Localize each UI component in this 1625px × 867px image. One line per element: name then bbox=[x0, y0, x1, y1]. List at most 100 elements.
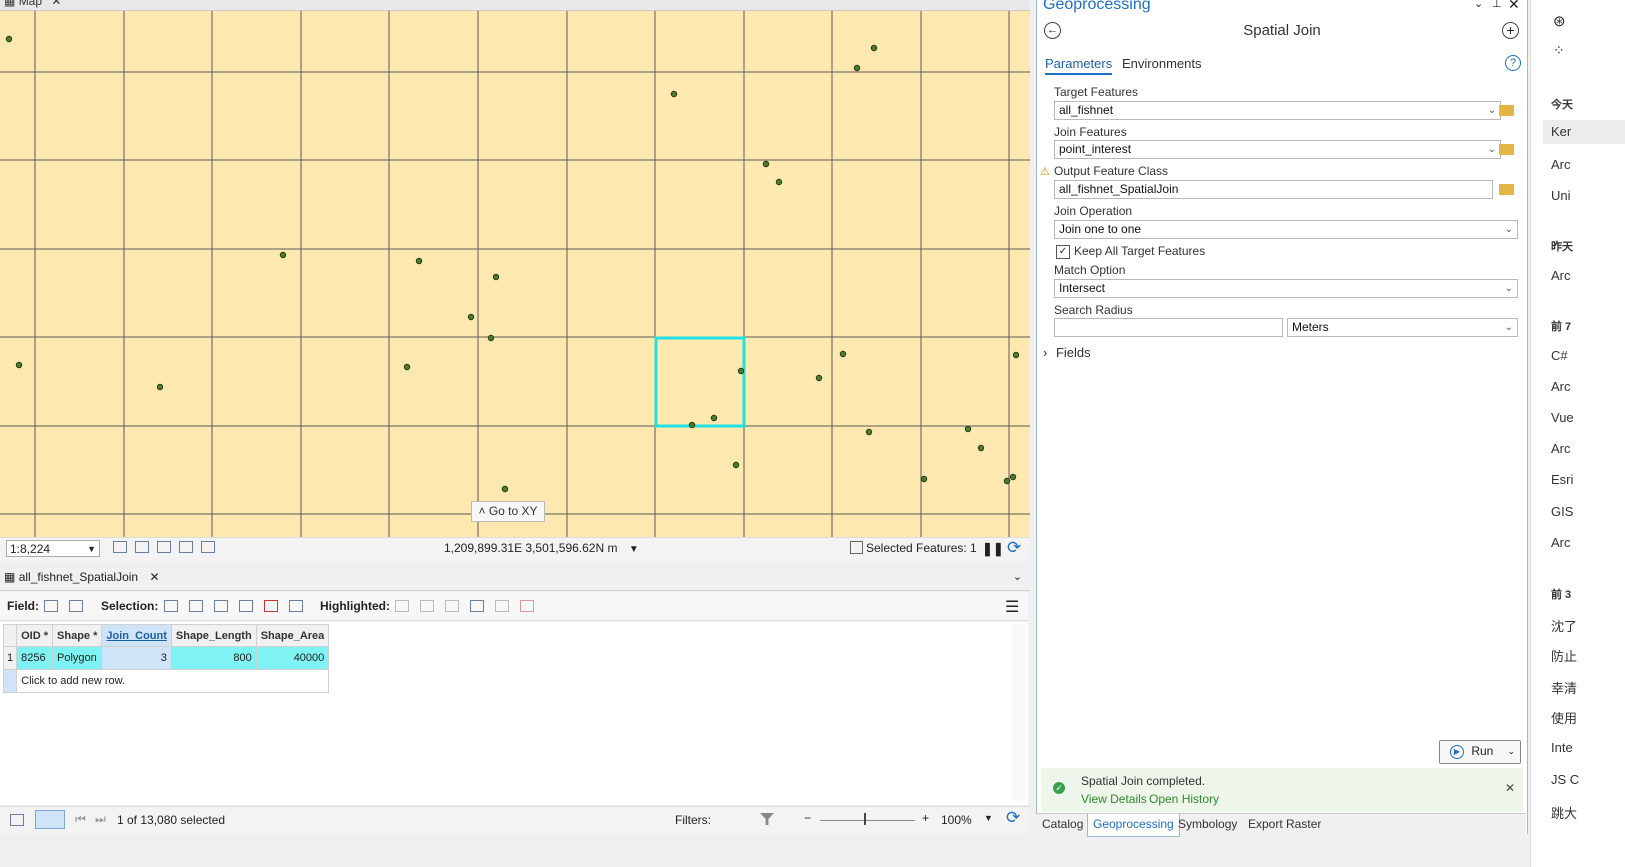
folder-icon[interactable] bbox=[1499, 105, 1514, 116]
folder-icon[interactable] bbox=[1499, 184, 1514, 195]
chatgpt-icon[interactable]: ⊛ bbox=[1553, 12, 1566, 30]
history-item[interactable]: Arc bbox=[1551, 379, 1625, 394]
join-operation-select[interactable]: Join one to one ⌄ bbox=[1054, 220, 1518, 239]
history-item[interactable]: Uni bbox=[1551, 188, 1625, 203]
column-header-oid[interactable]: OID * bbox=[16, 624, 54, 647]
output-feature-class-input[interactable]: all_fishnet_SpatialJoin bbox=[1054, 180, 1493, 199]
point-feature[interactable] bbox=[870, 44, 878, 52]
cell-oid[interactable]: 8256 bbox=[16, 646, 54, 670]
point-feature[interactable] bbox=[5, 35, 13, 43]
point-feature[interactable] bbox=[403, 363, 411, 371]
history-item[interactable]: Arc bbox=[1551, 157, 1625, 172]
history-item[interactable]: Esri bbox=[1551, 472, 1625, 487]
cell-shape[interactable]: Polygon bbox=[52, 646, 103, 670]
tab-export-raster[interactable]: Export Raster bbox=[1248, 817, 1321, 831]
point-feature[interactable] bbox=[279, 251, 287, 259]
tab-geoprocessing[interactable]: Geoprocessing bbox=[1087, 814, 1180, 837]
point-feature[interactable] bbox=[156, 383, 164, 391]
table-row[interactable]: 1 8256 Polygon 3 800 40000 bbox=[2, 646, 330, 670]
zoom-slider-thumb[interactable] bbox=[864, 813, 866, 825]
last-record-icon[interactable]: ⏭ bbox=[95, 812, 106, 827]
history-item[interactable]: Inte bbox=[1551, 740, 1625, 755]
refresh-icon[interactable]: ⟳ bbox=[1006, 808, 1020, 828]
scale-selector[interactable]: 1:8,224 ▼ bbox=[6, 540, 100, 557]
highlight-pan-icon[interactable] bbox=[445, 600, 459, 612]
close-icon[interactable]: ✕ bbox=[149, 570, 159, 584]
first-record-icon[interactable]: ⏮ bbox=[75, 812, 86, 827]
point-feature[interactable] bbox=[487, 334, 495, 342]
history-item[interactable]: Arc bbox=[1551, 441, 1625, 456]
north-arrow-icon[interactable] bbox=[201, 541, 215, 553]
match-option-select[interactable]: Intersect ⌄ bbox=[1054, 279, 1518, 298]
map-view[interactable] bbox=[0, 11, 1030, 537]
select-by-attributes-icon[interactable] bbox=[164, 600, 178, 612]
history-item[interactable]: JS C bbox=[1551, 772, 1625, 787]
history-item[interactable]: Ker bbox=[1543, 120, 1625, 144]
point-feature[interactable] bbox=[1003, 477, 1011, 485]
add-field-icon[interactable] bbox=[44, 600, 58, 612]
add-icon[interactable]: + bbox=[1502, 22, 1519, 39]
point-feature[interactable] bbox=[853, 64, 861, 72]
point-feature[interactable] bbox=[501, 485, 509, 493]
cell-shape-length[interactable]: 800 bbox=[170, 646, 257, 670]
row-index[interactable]: 1 bbox=[2, 646, 18, 670]
show-selected-records-button[interactable] bbox=[35, 810, 65, 829]
refresh-icon[interactable]: ⟳ bbox=[1007, 538, 1021, 558]
highlight-switch-icon[interactable] bbox=[420, 600, 434, 612]
chevron-down-icon[interactable]: ⌄ bbox=[1013, 570, 1022, 583]
highlight-zoom-icon[interactable] bbox=[395, 600, 409, 612]
filter-icon[interactable] bbox=[760, 813, 774, 825]
history-item[interactable]: 防止 bbox=[1551, 646, 1625, 665]
point-feature[interactable] bbox=[977, 444, 985, 452]
help-icon[interactable]: ? bbox=[1505, 55, 1521, 71]
zoom-level[interactable]: 100% bbox=[941, 813, 972, 827]
point-feature[interactable] bbox=[815, 374, 823, 382]
point-feature[interactable] bbox=[415, 257, 423, 265]
run-button[interactable]: ▶ Run ⌄ bbox=[1439, 740, 1521, 764]
history-item[interactable]: Arc bbox=[1551, 535, 1625, 550]
zoom-in-icon[interactable]: + bbox=[922, 811, 929, 825]
cell-shape-area[interactable]: 40000 bbox=[255, 646, 330, 670]
chevron-down-icon[interactable]: ⌄ bbox=[1474, 0, 1483, 10]
zoom-out-icon[interactable]: − bbox=[804, 811, 811, 825]
snapping-icon[interactable] bbox=[157, 541, 171, 553]
point-feature[interactable] bbox=[865, 428, 873, 436]
target-features-input[interactable]: all_fishnet ⌄ bbox=[1054, 101, 1501, 120]
point-feature[interactable] bbox=[670, 90, 678, 98]
search-radius-unit-select[interactable]: Meters ⌄ bbox=[1287, 318, 1518, 337]
row-selector-header[interactable] bbox=[2, 624, 18, 647]
table-scrollbar[interactable] bbox=[1012, 624, 1026, 802]
cell-join-count[interactable]: 3 bbox=[101, 646, 172, 670]
pause-icon[interactable]: ❚❚ bbox=[982, 541, 1004, 557]
map-tab[interactable]: ▦ Map ✕ bbox=[4, 0, 61, 8]
point-feature[interactable] bbox=[1009, 473, 1017, 481]
point-feature[interactable] bbox=[839, 350, 847, 358]
show-all-records-icon[interactable] bbox=[10, 814, 24, 826]
point-feature[interactable] bbox=[775, 178, 783, 186]
highlight-clear-icon[interactable] bbox=[495, 600, 509, 612]
chevron-down-icon[interactable]: ▼ bbox=[87, 541, 96, 558]
point-feature[interactable] bbox=[1012, 351, 1020, 359]
map-canvas[interactable] bbox=[0, 11, 1030, 537]
point-feature[interactable] bbox=[15, 361, 23, 369]
chevron-down-icon[interactable]: ▼ bbox=[629, 544, 639, 555]
highlight-copy-icon[interactable] bbox=[470, 600, 484, 612]
zoom-to-selection-icon[interactable] bbox=[189, 600, 203, 612]
table-tab[interactable]: ▦ all_fishnet_SpatialJoin ✕ bbox=[4, 570, 160, 584]
history-item[interactable]: 幸清 bbox=[1551, 678, 1625, 697]
column-header-shape[interactable]: Shape * bbox=[52, 624, 103, 647]
tab-symbology[interactable]: Symbology bbox=[1178, 817, 1237, 831]
column-header-shape-length[interactable]: Shape_Length bbox=[170, 624, 257, 647]
crosshair-icon[interactable] bbox=[179, 541, 193, 553]
chevron-down-icon[interactable]: ⌄ bbox=[1488, 102, 1496, 119]
tab-catalog[interactable]: Catalog bbox=[1042, 817, 1083, 831]
open-history-link[interactable]: Open History bbox=[1149, 792, 1219, 806]
point-feature[interactable] bbox=[467, 313, 475, 321]
tab-environments[interactable]: Environments bbox=[1122, 56, 1201, 71]
calculate-field-icon[interactable] bbox=[69, 600, 83, 612]
folder-icon[interactable] bbox=[1499, 144, 1514, 155]
chevron-down-icon[interactable]: ⌄ bbox=[1507, 741, 1515, 762]
point-feature[interactable] bbox=[762, 160, 770, 168]
pin-icon[interactable]: ⊥ bbox=[1492, 0, 1502, 10]
copy-selection-icon[interactable] bbox=[289, 600, 303, 612]
